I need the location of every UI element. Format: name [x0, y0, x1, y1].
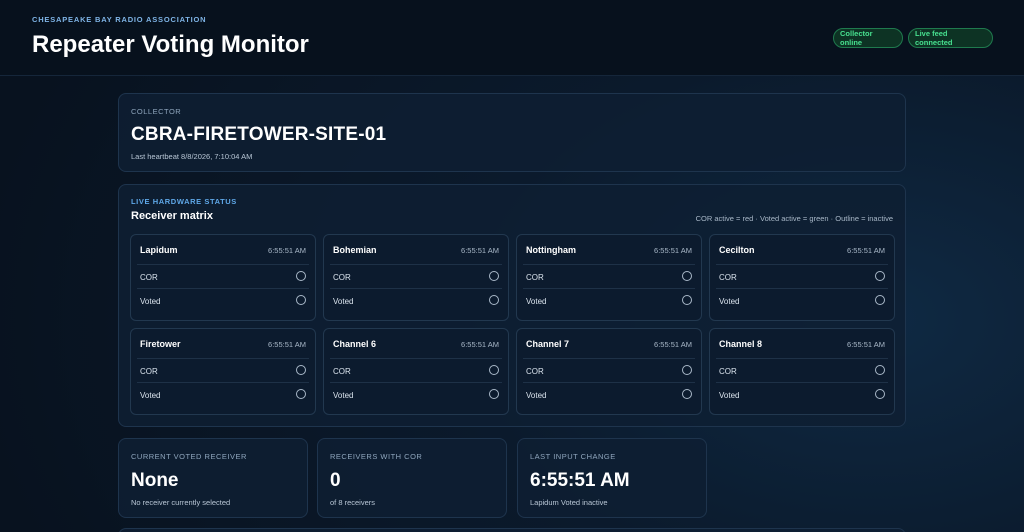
receiver-voted-row: Voted [523, 288, 695, 312]
receiver-cor-row: COR [716, 358, 888, 382]
receiver-voted-row: Voted [330, 382, 502, 406]
collector-card: COLLECTOR CBRA-FIRETOWER-SITE-01 Last he… [118, 93, 906, 172]
receiver-cor-label: COR [719, 367, 737, 376]
receiver-tile: Channel 8 6:55:51 AM COR Voted [709, 328, 895, 415]
voted-indicator-icon [875, 295, 885, 305]
matrix-title: Receiver matrix [131, 210, 213, 222]
stat-value: 0 [330, 470, 341, 491]
stat-subtext: No receiver currently selected [131, 498, 231, 507]
receiver-tile: Channel 7 6:55:51 AM COR Voted [516, 328, 702, 415]
receiver-voted-label: Voted [333, 391, 354, 400]
receiver-matrix-panel: LIVE HARDWARE STATUS Receiver matrix COR… [118, 184, 906, 427]
receiver-timestamp: 6:55:51 AM [847, 246, 885, 255]
receiver-cor-row: COR [137, 358, 309, 382]
stat-label: CURRENT VOTED RECEIVER [131, 452, 247, 461]
receiver-name: Channel 6 [333, 339, 377, 349]
cor-indicator-icon [875, 365, 885, 375]
receivers-with-cor-card: RECEIVERS WITH COR 0 of 8 receivers [317, 438, 507, 518]
receiver-timestamp: 6:55:51 AM [654, 246, 692, 255]
cor-indicator-icon [682, 271, 692, 281]
receiver-cor-label: COR [333, 367, 351, 376]
receiver-cor-label: COR [526, 273, 544, 282]
voted-indicator-icon [296, 295, 306, 305]
voted-indicator-icon [296, 389, 306, 399]
receiver-voted-label: Voted [140, 391, 161, 400]
receiver-name: Firetower [140, 339, 181, 349]
receiver-cor-label: COR [526, 367, 544, 376]
cor-indicator-icon [296, 271, 306, 281]
receiver-voted-label: Voted [719, 297, 740, 306]
matrix-legend: COR active = red · Voted active = green … [695, 214, 893, 223]
receiver-voted-label: Voted [526, 297, 547, 306]
voted-indicator-icon [875, 389, 885, 399]
cor-indicator-icon [489, 365, 499, 375]
receiver-cor-row: COR [523, 264, 695, 288]
stat-label: LAST INPUT CHANGE [530, 452, 616, 461]
cor-indicator-icon [875, 271, 885, 281]
stat-label: RECEIVERS WITH COR [330, 452, 423, 461]
receiver-cor-row: COR [330, 358, 502, 382]
voted-indicator-icon [682, 295, 692, 305]
receiver-timestamp: 6:55:51 AM [268, 246, 306, 255]
receiver-voted-label: Voted [719, 391, 740, 400]
receiver-timestamp: 6:55:51 AM [461, 246, 499, 255]
receiver-timestamp: 6:55:51 AM [654, 340, 692, 349]
receiver-cor-label: COR [140, 273, 158, 282]
collector-label: COLLECTOR [131, 107, 182, 116]
last-heartbeat: Last heartbeat 8/8/2026, 7:10:04 AM [131, 152, 253, 161]
stat-value: None [131, 470, 179, 491]
receiver-tile: Lapidum 6:55:51 AM COR Voted [130, 234, 316, 321]
live-feed-badge: Live feed connected [908, 28, 993, 48]
receiver-voted-row: Voted [137, 288, 309, 312]
current-voted-receiver-card: CURRENT VOTED RECEIVER None No receiver … [118, 438, 308, 518]
receiver-tile: Firetower 6:55:51 AM COR Voted [130, 328, 316, 415]
receiver-voted-row: Voted [716, 382, 888, 406]
matrix-kicker: LIVE HARDWARE STATUS [131, 197, 237, 206]
receiver-cor-label: COR [333, 273, 351, 282]
receiver-tile: Bohemian 6:55:51 AM COR Voted [323, 234, 509, 321]
receiver-name: Nottingham [526, 245, 576, 255]
receiver-cor-label: COR [140, 367, 158, 376]
collector-online-badge: Collector online [833, 28, 903, 48]
receiver-cor-label: COR [719, 273, 737, 282]
top-bar: CHESAPEAKE BAY RADIO ASSOCIATION Repeate… [0, 0, 1024, 76]
receiver-cor-row: COR [716, 264, 888, 288]
receiver-voted-label: Voted [333, 297, 354, 306]
voted-indicator-icon [682, 389, 692, 399]
receiver-cor-row: COR [523, 358, 695, 382]
voted-indicator-icon [489, 389, 499, 399]
receiver-cor-row: COR [137, 264, 309, 288]
receiver-voted-row: Voted [137, 382, 309, 406]
receiver-voted-row: Voted [523, 382, 695, 406]
receiver-cor-row: COR [330, 264, 502, 288]
receiver-timestamp: 6:55:51 AM [268, 340, 306, 349]
receiver-timestamp: 6:55:51 AM [461, 340, 499, 349]
receiver-name: Channel 7 [526, 339, 570, 349]
stat-subtext: of 8 receivers [330, 498, 376, 507]
receiver-voted-label: Voted [140, 297, 161, 306]
cor-indicator-icon [682, 365, 692, 375]
receiver-name: Bohemian [333, 245, 377, 255]
receiver-name: Lapidum [140, 245, 178, 255]
receiver-voted-row: Voted [330, 288, 502, 312]
stat-value: 6:55:51 AM [530, 470, 630, 491]
receiver-voted-label: Voted [526, 391, 547, 400]
stat-subtext: Lapidum Voted inactive [530, 498, 608, 507]
page-title: Repeater Voting Monitor [32, 31, 309, 58]
collector-name: CBRA-FIRETOWER-SITE-01 [131, 124, 387, 145]
organization-name: CHESAPEAKE BAY RADIO ASSOCIATION [32, 15, 207, 24]
cor-indicator-icon [489, 271, 499, 281]
receiver-tile: Nottingham 6:55:51 AM COR Voted [516, 234, 702, 321]
next-panel [118, 528, 906, 532]
receiver-voted-row: Voted [716, 288, 888, 312]
receiver-tile: Channel 6 6:55:51 AM COR Voted [323, 328, 509, 415]
cor-indicator-icon [296, 365, 306, 375]
last-input-change-card: LAST INPUT CHANGE 6:55:51 AM Lapidum Vot… [517, 438, 707, 518]
receiver-name: Cecilton [719, 245, 755, 255]
receiver-timestamp: 6:55:51 AM [847, 340, 885, 349]
receiver-name: Channel 8 [719, 339, 763, 349]
receiver-tile: Cecilton 6:55:51 AM COR Voted [709, 234, 895, 321]
voted-indicator-icon [489, 295, 499, 305]
